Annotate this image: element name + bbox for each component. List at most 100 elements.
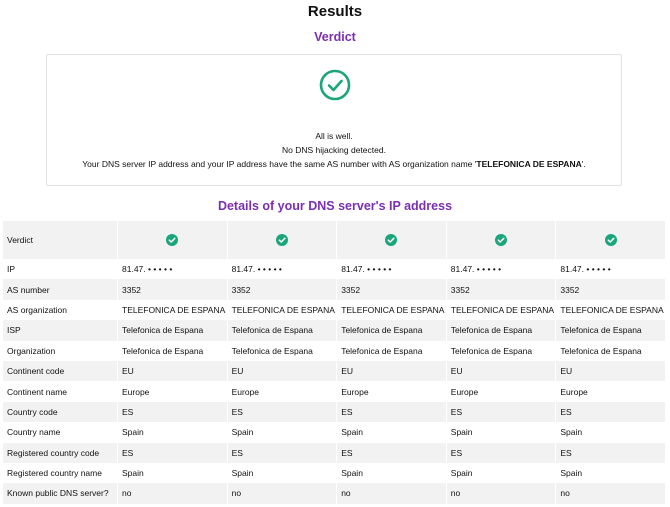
table-cell: no [227,483,337,504]
table-cell: Spain [446,462,556,484]
table-row: AS number 3352 3352 3352 3352 3352 [3,279,665,300]
check-circle-icon [319,69,351,101]
row-label: Verdict [3,221,117,259]
results-title: Results [307,3,363,20]
table-cell: EU [556,360,665,382]
verdict-cell [227,221,337,259]
table-cell: ES [118,401,227,423]
verdict-line-3: Your DNS server IP address and your IP a… [47,157,621,171]
verdict-line-3-suffix: '. [581,159,586,169]
verdict-heading: Verdict [314,30,356,44]
table-cell: Spain [337,422,446,443]
row-label: Continent code [3,360,117,382]
table-row: Verdict [3,221,665,259]
table-cell: TELEFONICA DE ESPANA [556,299,665,321]
table-row: Country name Spain Spain Spain Spain Spain [3,422,665,443]
table-cell: Telefonica de Espana [337,320,446,341]
table-cell: 3352 [227,279,337,300]
table-cell: Europe [446,381,556,402]
table-row: Organization Telefonica de Espana Telefoni… [3,340,665,361]
table-cell: Telefonica de Espana [556,340,665,361]
table-cell: ES [118,442,227,463]
check-circle-icon [495,234,508,246]
table-cell: Spain [556,422,665,443]
table-cell: ES [446,442,556,463]
table-cell: ES [446,401,556,423]
table-cell: 81.47. • • • • • [227,259,337,280]
table-row: ISP Telefonica de Espana Telefonica de Esp… [3,320,665,341]
table-cell: 3352 [118,279,227,300]
table-cell: no [118,483,227,504]
row-label: Organization [3,340,117,361]
table-cell: 81.47. • • • • • [556,259,665,280]
verdict-line-2: No DNS hijacking detected. [282,145,386,155]
table-cell: 3352 [556,279,665,300]
table-cell: Telefonica de Espana [446,320,556,341]
table-cell: Telefonica de Espana [556,320,665,341]
row-label: Known public DNS server? [3,483,117,504]
row-label: AS number [3,279,117,300]
table-cell: Spain [227,462,337,484]
table-cell: 3352 [446,279,556,300]
check-circle-icon [385,234,398,246]
table-row: Registered country name Spain Spain Spain Sp… [3,462,665,484]
table-cell: Europe [337,381,446,402]
check-circle-icon [275,234,288,246]
verdict-cell [337,221,446,259]
table-cell: Spain [556,462,665,484]
verdict-panel: All is well. No DNS hijacking detected. … [46,54,622,186]
table-cell: no [446,483,556,504]
table-cell: Europe [118,381,227,402]
check-circle-icon [166,234,179,246]
table-cell: EU [446,360,556,382]
table-row: AS organization TELEFONICA DE ESPANA TELEF… [3,299,665,321]
verdict-line-3-prefix: Your DNS server IP address and your IP a… [82,159,477,169]
table-row: IP 81.47. • • • • • 81.47. • • • • • 81.47.… [3,259,665,280]
details-title: Details of your DNS server's IP address [217,199,453,213]
table-cell: 81.47. • • • • • [118,259,227,280]
table-cell: 3352 [337,279,446,300]
table-cell: TELEFONICA DE ESPANA [337,299,446,321]
verdict-org-name: TELEFONICA DE ESPANA [476,159,582,169]
table-cell: no [337,483,446,504]
table-cell: ES [227,442,337,463]
table-cell: Spain [446,422,556,443]
table-cell: Spain [227,422,337,443]
row-label: AS organization [3,299,117,321]
table-cell: TELEFONICA DE ESPANA [446,299,556,321]
table-cell: 81.47. • • • • • [337,259,446,280]
table-cell: EU [337,360,446,382]
row-label: Registered country code [3,442,117,463]
table-cell: TELEFONICA DE ESPANA [227,299,337,321]
table-cell: Telefonica de Espana [337,340,446,361]
table-cell: ES [337,401,446,423]
table-cell: ES [227,401,337,423]
table-cell: Spain [118,462,227,484]
row-label: Registered country name [3,462,117,484]
details-table: Verdict IP 81.47. • • • • • 81.47. • • • • … [2,221,666,504]
table-cell: ES [337,442,446,463]
table-row: Continent name Europe Europe Europe Europe Eu… [3,381,665,402]
table-row: Registered country code ES ES ES ES ES [3,442,665,463]
table-cell: Telefonica de Espana [227,340,337,361]
table-cell: Spain [337,462,446,484]
table-cell: Europe [227,381,337,402]
table-cell: Telefonica de Espana [446,340,556,361]
table-cell: Telefonica de Espana [227,320,337,341]
verdict-message: All is well. No DNS hijacking detected. … [47,129,621,171]
table-cell: Telefonica de Espana [118,340,227,361]
row-label: ISP [3,320,117,341]
table-cell: TELEFONICA DE ESPANA [118,299,227,321]
table-cell: Telefonica de Espana [118,320,227,341]
row-label: Continent name [3,381,117,402]
verdict-cell [446,221,556,259]
table-cell: ES [556,442,665,463]
table-cell: EU [227,360,337,382]
verdict-cell [556,221,665,259]
table-cell: no [556,483,665,504]
row-label: Country name [3,422,117,443]
verdict-line-1: All is well. [315,131,353,141]
table-cell: EU [118,360,227,382]
table-row: Country code ES ES ES ES ES [3,401,665,423]
table-cell: Europe [556,381,665,402]
